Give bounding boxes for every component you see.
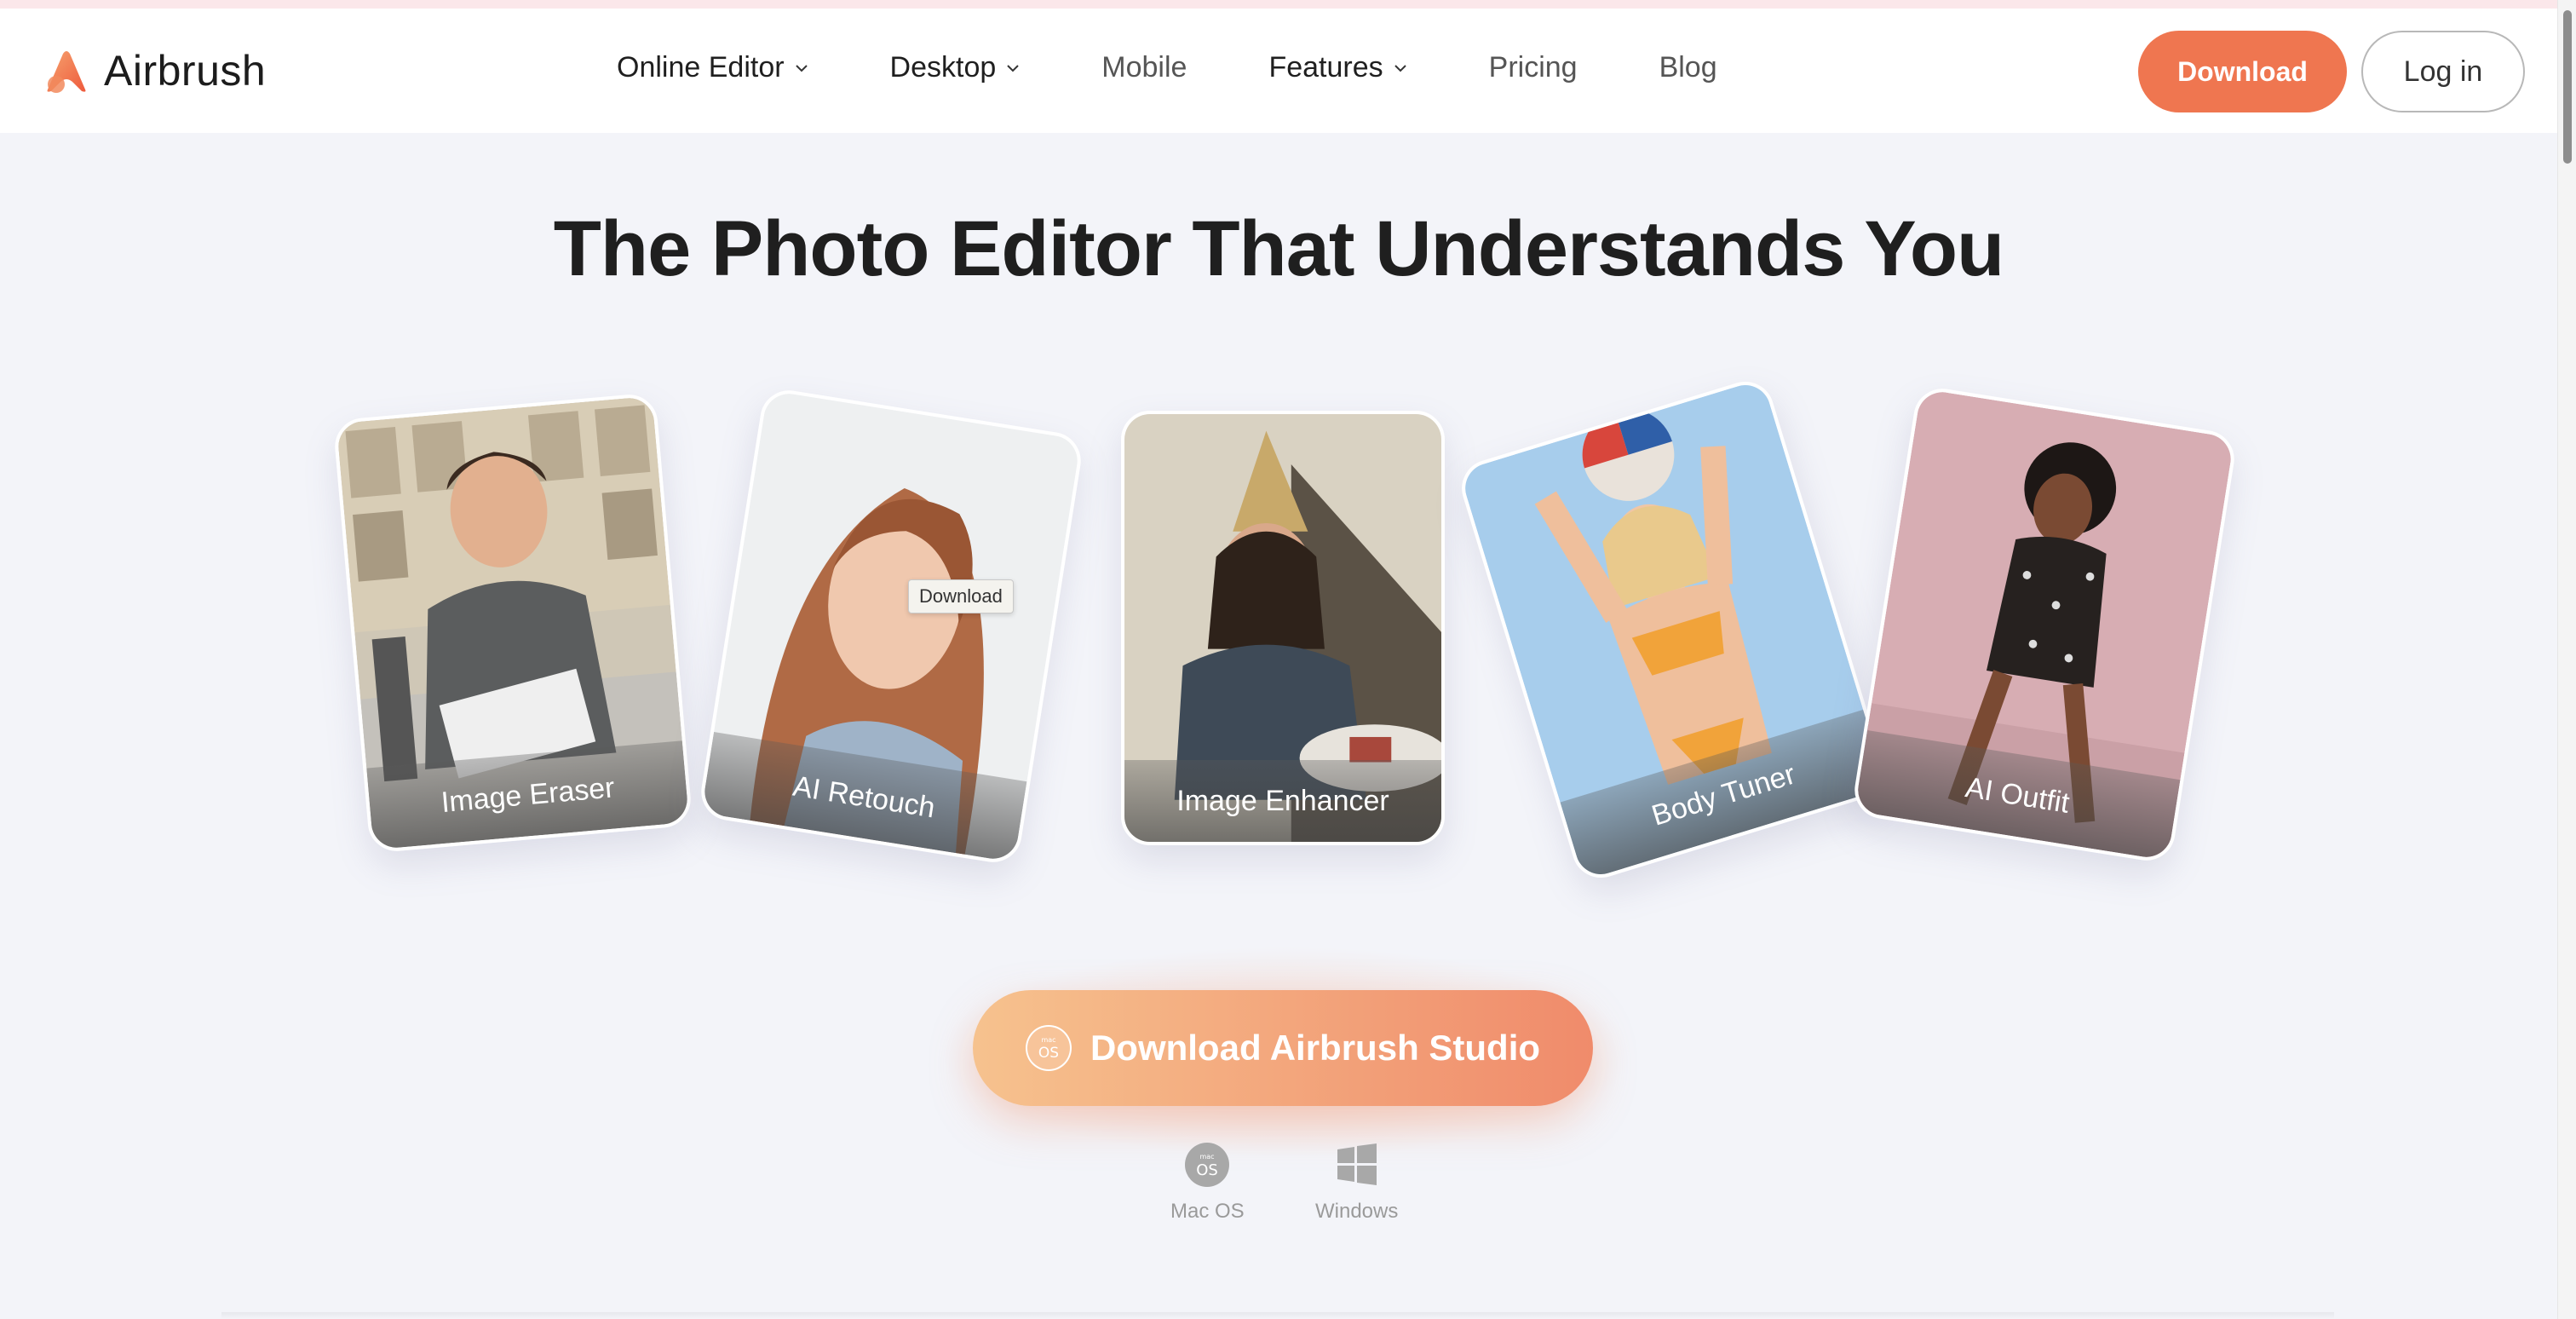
nav-features[interactable]: Features [1268, 51, 1406, 84]
top-accent-line [0, 0, 2576, 9]
macos-icon: mac OS [1025, 1025, 1072, 1071]
airbrush-logo[interactable]: Airbrush [43, 46, 266, 95]
site-header: Airbrush Online Editor Desktop Mobile Fe… [0, 9, 2557, 133]
feature-card-body-tuner[interactable]: Body Tuner [1454, 374, 1892, 885]
platform-windows[interactable]: Windows [1315, 1142, 1398, 1224]
nav-label: Mobile [1101, 51, 1187, 84]
svg-text:OS: OS [1197, 1161, 1219, 1179]
platform-name: Mac OS [1170, 1200, 1245, 1223]
brand-name: Airbrush [104, 47, 267, 95]
nav-label: Features [1268, 51, 1383, 84]
svg-text:mac: mac [1200, 1153, 1215, 1161]
nav-pricing[interactable]: Pricing [1489, 51, 1578, 84]
scrollbar-thumb[interactable] [2563, 10, 2572, 164]
feature-card-image-eraser[interactable]: Image Eraser [332, 392, 693, 854]
card-label: Image Enhancer [1124, 760, 1441, 842]
header-download-button[interactable]: Download [2138, 31, 2347, 112]
chevron-down-icon [1394, 64, 1406, 72]
svg-text:mac: mac [1041, 1036, 1055, 1044]
hero-headline: The Photo Editor That Understands You [553, 205, 2005, 292]
chevron-down-icon [1007, 64, 1019, 72]
windows-icon [1337, 1143, 1377, 1185]
nav-label: Pricing [1488, 51, 1578, 84]
feature-card-ai-outfit[interactable]: AI Outfit [1850, 384, 2239, 865]
chevron-down-icon [795, 64, 808, 72]
section-divider [221, 1312, 2334, 1319]
feature-card-ai-retouch[interactable]: AI Retouch [697, 386, 1085, 867]
nav-online-editor[interactable]: Online Editor [617, 51, 808, 84]
cta-label: Download Airbrush Studio [1090, 1028, 1541, 1068]
nav-label: Online Editor [617, 51, 785, 84]
airbrush-logo-icon [47, 51, 86, 93]
platform-name: Windows [1315, 1200, 1399, 1223]
nav-label: Desktop [889, 51, 997, 84]
nav-blog[interactable]: Blog [1659, 51, 1717, 84]
download-tooltip: Download [908, 579, 1014, 613]
main-nav: Online Editor Desktop Mobile Features Pr… [617, 51, 1799, 84]
macos-icon: mac OS [1185, 1143, 1230, 1187]
nav-mobile[interactable]: Mobile [1101, 51, 1187, 84]
platform-macos[interactable]: mac OS Mac OS [1170, 1142, 1245, 1224]
download-airbrush-studio-button[interactable]: mac OS Download Airbrush Studio [973, 990, 1593, 1106]
nav-label: Blog [1659, 51, 1717, 84]
nav-desktop[interactable]: Desktop [890, 51, 1021, 84]
login-button[interactable]: Log in [2361, 31, 2525, 112]
feature-card-image-enhancer[interactable]: Image Enhancer [1121, 411, 1445, 845]
svg-text:OS: OS [1038, 1045, 1059, 1062]
page-scrollbar[interactable] [2557, 0, 2576, 1319]
